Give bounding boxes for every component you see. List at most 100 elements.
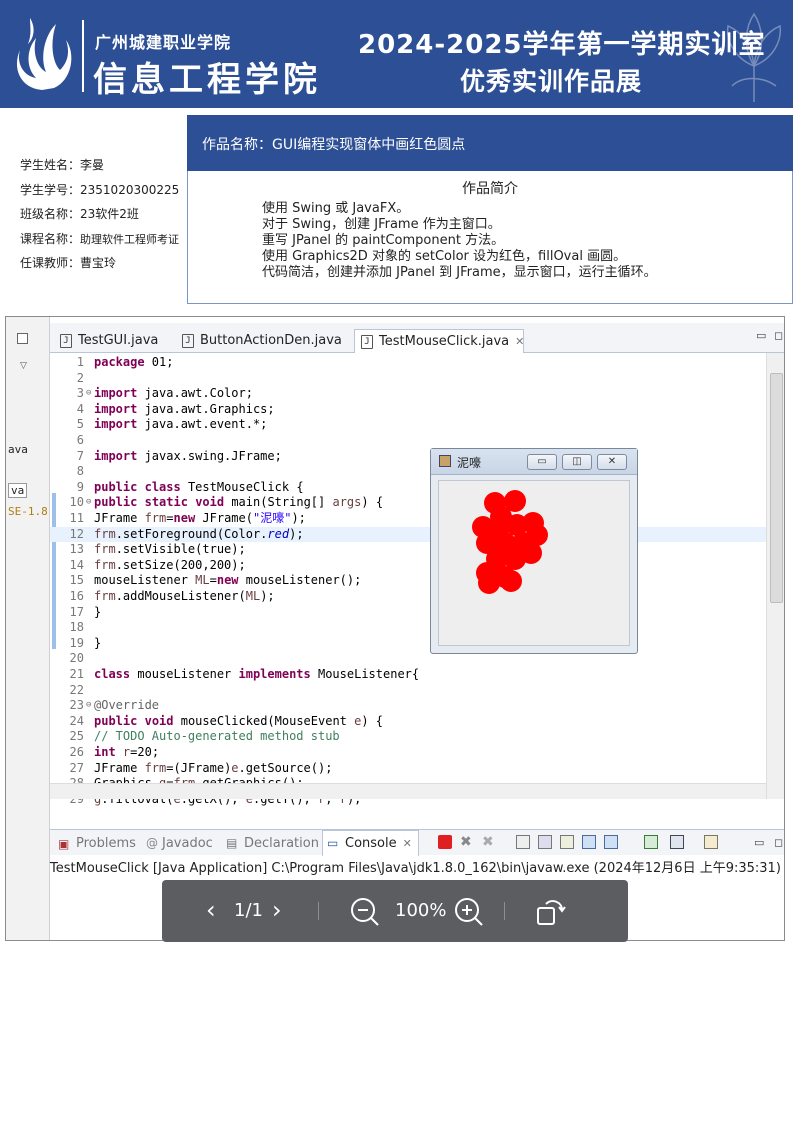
- code-line[interactable]: 17}: [50, 605, 766, 621]
- code-line[interactable]: 15 mouseListener ML=new mouseListener();: [50, 573, 766, 589]
- code-text: }: [94, 635, 102, 650]
- code-line[interactable]: 18: [50, 620, 766, 636]
- fold-toggle-icon[interactable]: ⊖: [86, 698, 91, 714]
- code-text: mouseListener ML=new mouseListener();: [94, 573, 362, 588]
- fold-toggle-icon[interactable]: ⊖: [86, 495, 91, 511]
- java-file-icon: J: [182, 334, 194, 348]
- toolbar-divider: [504, 902, 505, 920]
- code-text: frm.setVisible(true);: [94, 542, 246, 557]
- code-text: import java.awt.event.*;: [94, 417, 268, 432]
- code-text: // TODO Auto-generated method stub: [94, 729, 340, 744]
- jframe-titlebar[interactable]: 泥嚎 ▭ ◫ ✕: [431, 449, 637, 475]
- code-text: import java.awt.Graphics;: [94, 401, 275, 416]
- close-tab-icon[interactable]: ✕: [515, 335, 524, 348]
- package-explorer-strip: ▽ ava va SE-1.8: [6, 317, 50, 940]
- red-dot: [478, 572, 500, 594]
- jframe-close-button[interactable]: ✕: [597, 454, 627, 470]
- code-line[interactable]: 14 frm.setSize(200,200);: [50, 558, 766, 574]
- panel-maximize-icon[interactable]: ◻: [774, 836, 783, 849]
- panel-minimize-icon[interactable]: ▭: [754, 836, 764, 849]
- course-label: 课程名称：: [20, 231, 81, 246]
- previous-page-icon[interactable]: ‹: [206, 896, 216, 924]
- minimize-icon[interactable]: ▭: [756, 329, 766, 342]
- restore-view-icon[interactable]: [17, 333, 28, 344]
- code-line[interactable]: 26 int r=20;: [50, 745, 766, 761]
- code-line[interactable]: 10 ⊖ public static void main(String[] args…: [50, 495, 766, 511]
- fold-toggle-icon[interactable]: ⊖: [86, 386, 91, 402]
- line-number: 22: [69, 682, 84, 697]
- maximize-icon[interactable]: ◻: [774, 329, 783, 342]
- show-stderr-icon[interactable]: [604, 835, 618, 849]
- code-line[interactable]: 22: [50, 683, 766, 699]
- pin-console-icon[interactable]: [644, 835, 658, 849]
- line-number: 21: [69, 667, 84, 681]
- code-line[interactable]: 11 JFrame frm=new JFrame("泥嚎");: [50, 511, 766, 527]
- zoom-out-icon[interactable]: [350, 897, 380, 927]
- zoom-in-icon[interactable]: [454, 897, 484, 927]
- declaration-icon: ▤: [226, 836, 238, 850]
- tab-problems[interactable]: ▣ Problems: [56, 836, 136, 851]
- student-info: 学生姓名：李曼 学生学号：2351020300225 班级名称：23软件2班 课…: [20, 156, 179, 279]
- show-stdout-icon[interactable]: [582, 835, 596, 849]
- tab-declaration[interactable]: ▤ Declaration: [224, 836, 319, 851]
- tab-buttonactionden[interactable]: J ButtonActionDen.java: [176, 329, 342, 353]
- intro-line: 重写 JPanel 的 paintComponent 方法。: [262, 233, 505, 248]
- view-menu-icon[interactable]: ▽: [20, 361, 27, 371]
- code-line[interactable]: 24 public void mouseClicked(MouseEvent e)…: [50, 714, 766, 730]
- code-line[interactable]: 6: [50, 433, 766, 449]
- remove-all-icon[interactable]: ✖: [482, 835, 496, 849]
- code-line[interactable]: 7 import javax.swing.JFrame;: [50, 449, 766, 465]
- code-line[interactable]: 19}: [50, 636, 766, 652]
- intro-line: 使用 Swing 或 JavaFX。: [262, 201, 410, 216]
- code-line[interactable]: 20: [50, 651, 766, 667]
- code-editor[interactable]: 1 package 01; 2 3 ⊖ import java.awt.Color; 4 im…: [50, 353, 766, 806]
- tab-console[interactable]: ▭ Console ✕: [322, 830, 419, 856]
- jframe-content[interactable]: [438, 480, 630, 646]
- jframe-minimize-button[interactable]: ▭: [527, 454, 557, 470]
- scrollbar-thumb[interactable]: [770, 373, 783, 603]
- editor-vertical-scrollbar[interactable]: [766, 353, 784, 799]
- tab-javadoc[interactable]: @ Javadoc: [146, 836, 213, 851]
- rotate-icon[interactable]: [534, 896, 566, 928]
- tab-label: TestGUI.java: [78, 333, 159, 348]
- code-line[interactable]: 12 frm.setForeground(Color.red);: [50, 526, 766, 543]
- code-line[interactable]: 9 public class TestMouseClick {: [50, 480, 766, 496]
- code-text: @Override: [94, 698, 160, 713]
- scroll-lock-icon[interactable]: [538, 835, 552, 849]
- editor-horizontal-scrollbar[interactable]: [50, 783, 766, 799]
- code-line[interactable]: 13 frm.setVisible(true);: [50, 542, 766, 558]
- code-line[interactable]: 25 // TODO Auto-generated method stub: [50, 729, 766, 745]
- line-number: 23: [69, 698, 84, 713]
- tab-testmouseclick[interactable]: J TestMouseClick.java ✕: [354, 329, 524, 353]
- next-page-icon[interactable]: ›: [272, 896, 282, 924]
- line-number: 8: [76, 464, 84, 479]
- code-line[interactable]: 2: [50, 371, 766, 387]
- code-line[interactable]: 21 class mouseListener implements MouseLi…: [50, 667, 766, 683]
- code-text: public class TestMouseClick {: [94, 479, 304, 494]
- jframe-window[interactable]: 泥嚎 ▭ ◫ ✕: [430, 448, 638, 654]
- code-line[interactable]: 23 ⊖ @Override: [50, 698, 766, 714]
- code-line[interactable]: 27 JFrame frm=(JFrame)e.getSource();: [50, 761, 766, 777]
- code-line[interactable]: 5 import java.awt.event.*;: [50, 417, 766, 433]
- code-line[interactable]: 16 frm.addMouseListener(ML);: [50, 589, 766, 605]
- open-console-icon[interactable]: [704, 835, 718, 849]
- console-icon: ▭: [327, 836, 339, 850]
- jframe-maximize-button[interactable]: ◫: [562, 454, 592, 470]
- java-cup-icon: [439, 455, 451, 467]
- display-console-icon[interactable]: [670, 835, 684, 849]
- javadoc-icon: @: [146, 836, 158, 850]
- terminate-icon[interactable]: [438, 835, 452, 849]
- student-name: 李曼: [80, 158, 105, 172]
- red-dot: [500, 570, 522, 592]
- line-number: 11: [69, 511, 84, 525]
- code-text: import java.awt.Color;: [94, 386, 253, 401]
- code-line[interactable]: 4 import java.awt.Graphics;: [50, 402, 766, 418]
- clear-console-icon[interactable]: [516, 835, 530, 849]
- code-line[interactable]: 3 ⊖ import java.awt.Color;: [50, 386, 766, 402]
- code-line[interactable]: 1 package 01;: [50, 355, 766, 371]
- tab-testgui[interactable]: J TestGUI.java: [54, 329, 158, 353]
- code-line[interactable]: 8: [50, 464, 766, 480]
- remove-launch-icon[interactable]: ✖: [460, 835, 474, 849]
- word-wrap-icon[interactable]: [560, 835, 574, 849]
- close-console-icon[interactable]: ✕: [403, 837, 412, 850]
